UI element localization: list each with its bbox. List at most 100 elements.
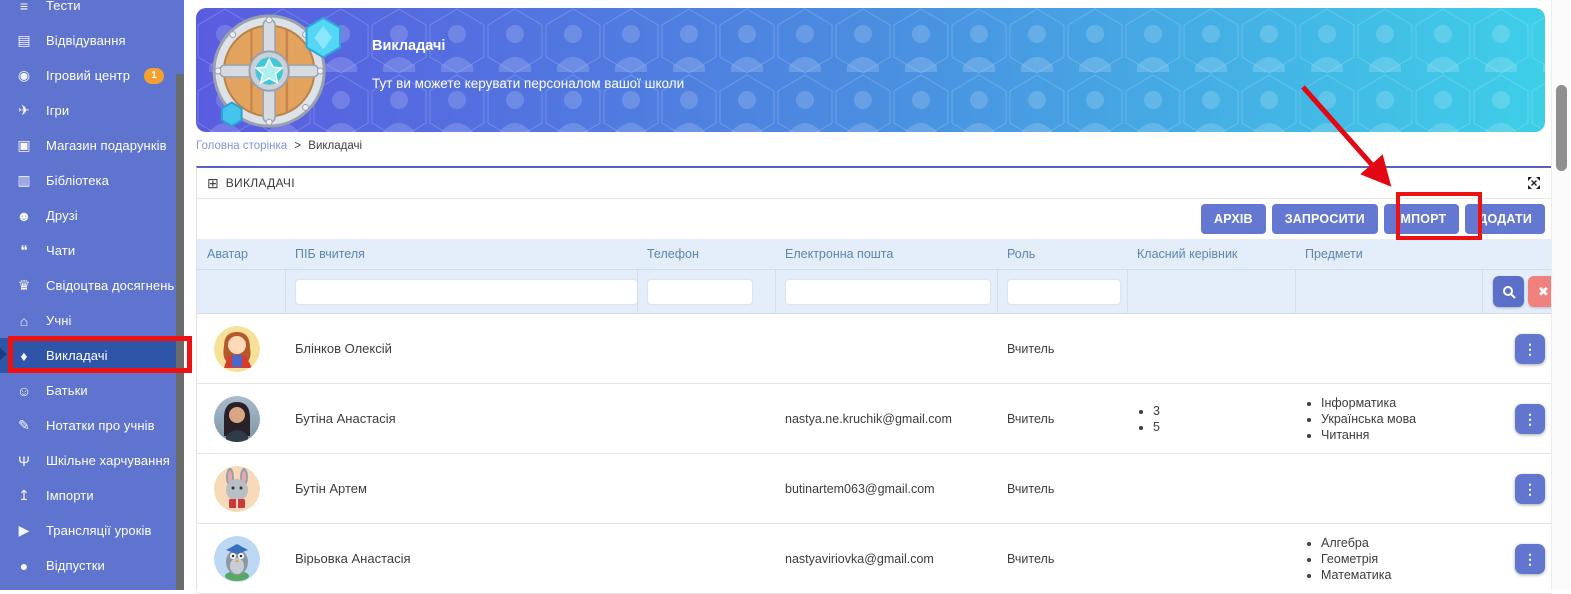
chats-icon: ❝ <box>14 242 34 259</box>
sidebar-item-label: Бібліотека <box>46 173 109 188</box>
teacher-role: Вчитель <box>997 342 1127 356</box>
sidebar-item-label: Ігровий центр <box>46 68 130 83</box>
column-header-role: Роль <box>997 247 1127 261</box>
sidebar-item-label: Чати <box>46 243 75 258</box>
sidebar-item-label: Нотатки про учнів <box>46 418 155 433</box>
breadcrumb-home-link[interactable]: Головна сторінка <box>196 140 287 152</box>
page-scrollbar-thumb[interactable] <box>1556 85 1567 171</box>
woman-photo-avatar <box>214 396 260 442</box>
sidebar-item-attendance[interactable]: ▤ Відвідування <box>0 23 184 58</box>
meals-icon: Ψ <box>14 453 34 469</box>
tests-icon: ≡ <box>14 0 34 14</box>
column-header-phone: Телефон <box>637 247 775 261</box>
expand-panel-icon[interactable] <box>1527 176 1541 190</box>
subject-item: Інформатика <box>1321 396 1482 410</box>
teacher-name: Блінков Олексій <box>285 341 637 356</box>
sidebar-item-achievements[interactable]: ♛ Свідоцтва досягнень <box>0 268 184 303</box>
teachers-icon: ♦ <box>14 348 34 364</box>
banner-title: Викладачі <box>372 38 684 54</box>
shield-logo-icon <box>208 12 346 132</box>
broadcasts-icon: ▶ <box>14 522 34 539</box>
sidebar-item-game-center[interactable]: ◉ Ігровий центр 1 <box>0 58 184 93</box>
class-lead-item: 5 <box>1153 420 1295 434</box>
table-row: Бутін Артем butinartem063@gmail.com Вчит… <box>197 454 1551 524</box>
search-button[interactable] <box>1493 276 1524 307</box>
attendance-icon: ▤ <box>14 32 34 49</box>
subjects-list: Алгебра Геометрія Математика <box>1305 536 1482 582</box>
class-lead-list: 3 5 <box>1137 404 1295 434</box>
table-row: Бутіна Анастасія nastya.ne.kruchik@gmail… <box>197 384 1551 454</box>
invite-button[interactable]: ЗАПРОСИТИ <box>1272 204 1378 234</box>
sidebar-item-tests[interactable]: ≡ Тести <box>0 0 184 23</box>
kebab-icon: ⋮ <box>1523 412 1537 426</box>
game-center-badge: 1 <box>144 68 164 84</box>
sidebar-item-school-meals[interactable]: Ψ Шкільне харчування <box>0 443 184 478</box>
sidebar-scrollbar[interactable] <box>176 74 184 590</box>
table-header-row: Аватар ПІБ вчителя Телефон Електронна по… <box>197 239 1551 269</box>
subject-item: Геометрія <box>1321 552 1482 566</box>
archive-button[interactable]: АРХІВ <box>1201 204 1266 234</box>
sidebar-item-games[interactable]: ✈ Ігри <box>0 93 184 128</box>
imports-icon: ↥ <box>14 487 34 504</box>
sidebar-item-vacations[interactable]: ● Відпустки <box>0 548 184 583</box>
sidebar-item-teachers[interactable]: ♦ Викладачі <box>0 338 184 373</box>
sidebar: ≡ Тести ▤ Відвідування ◉ Ігровий центр 1… <box>0 0 184 590</box>
subject-item: Українська мова <box>1321 412 1482 426</box>
toolbar: АРХІВ ЗАПРОСИТИ ІМПОРТ ДОДАТИ <box>197 199 1551 239</box>
kebab-icon: ⋮ <box>1523 482 1537 496</box>
filter-role-input[interactable] <box>1008 280 1120 304</box>
filter-name-input[interactable] <box>296 280 637 304</box>
sidebar-item-label: Шкільне харчування <box>46 453 170 468</box>
column-header-subjects: Предмети <box>1295 247 1482 261</box>
kebab-icon: ⋮ <box>1523 342 1537 356</box>
sidebar-item-label: Ігри <box>46 103 69 118</box>
sidebar-item-label: Відвідування <box>46 33 126 48</box>
teacher-name: Вірьовка Анастасія <box>285 551 637 566</box>
search-icon <box>1502 285 1516 299</box>
teacher-email: nastya.ne.kruchik@gmail.com <box>775 412 997 426</box>
row-actions-button[interactable]: ⋮ <box>1515 334 1545 364</box>
sidebar-item-imports[interactable]: ↥ Імпорти <box>0 478 184 513</box>
vacations-icon: ● <box>14 558 34 574</box>
sidebar-item-chats[interactable]: ❝ Чати <box>0 233 184 268</box>
teacher-email: nastyaviriovka@gmail.com <box>775 552 997 566</box>
filter-email-input[interactable] <box>786 280 990 304</box>
students-icon: ⌂ <box>14 313 34 329</box>
sidebar-item-label: Магазин подарунків <box>46 138 167 153</box>
table-row: Вірьовка Анастасія nastyaviriovka@gmail.… <box>197 524 1551 594</box>
filter-phone-input[interactable] <box>648 280 752 304</box>
breadcrumb-current: Викладачі <box>308 140 362 152</box>
row-actions-button[interactable]: ⋮ <box>1515 544 1545 574</box>
panel-title: ВИКЛАДАЧІ <box>226 176 1527 190</box>
sidebar-item-label: Імпорти <box>46 488 94 503</box>
sidebar-item-label: Учні <box>46 313 72 328</box>
notes-icon: ✎ <box>14 417 34 434</box>
games-icon: ✈ <box>14 102 34 119</box>
column-header-name: ПІБ вчителя <box>285 247 637 261</box>
rabbit-avatar <box>214 466 260 512</box>
column-header-class-lead: Класний керівник <box>1127 247 1295 261</box>
sidebar-item-label: Відпустки <box>46 558 105 573</box>
sidebar-item-library[interactable]: ▥ Бібліотека <box>0 163 184 198</box>
column-header-avatar: Аватар <box>197 247 285 261</box>
class-lead-item: 3 <box>1153 404 1295 418</box>
gift-shop-icon: ▣ <box>14 137 34 154</box>
column-header-email: Електронна пошта <box>775 247 997 261</box>
sidebar-item-gift-shop[interactable]: ▣ Магазин подарунків <box>0 128 184 163</box>
owl-avatar <box>214 536 260 582</box>
sidebar-item-lesson-broadcasts[interactable]: ▶ Трансляції уроків <box>0 513 184 548</box>
achievements-icon: ♛ <box>14 277 34 294</box>
sidebar-item-students[interactable]: ⌂ Учні <box>0 303 184 338</box>
add-button[interactable]: ДОДАТИ <box>1465 204 1545 234</box>
row-actions-button[interactable]: ⋮ <box>1515 404 1545 434</box>
breadcrumb: Головна сторінка > Викладачі <box>196 140 362 152</box>
teacher-name: Бутін Артем <box>285 481 637 496</box>
sidebar-item-parents[interactable]: ☺ Батьки <box>0 373 184 408</box>
row-actions-button[interactable]: ⋮ <box>1515 474 1545 504</box>
subject-item: Алгебра <box>1321 536 1482 550</box>
sidebar-item-friends[interactable]: ☻ Друзі <box>0 198 184 233</box>
teacher-email: butinartem063@gmail.com <box>775 482 997 496</box>
import-button[interactable]: ІМПОРТ <box>1384 204 1460 234</box>
banner-subtitle: Тут ви можете керувати персоналом вашої … <box>372 76 684 91</box>
sidebar-item-student-notes[interactable]: ✎ Нотатки про учнів <box>0 408 184 443</box>
